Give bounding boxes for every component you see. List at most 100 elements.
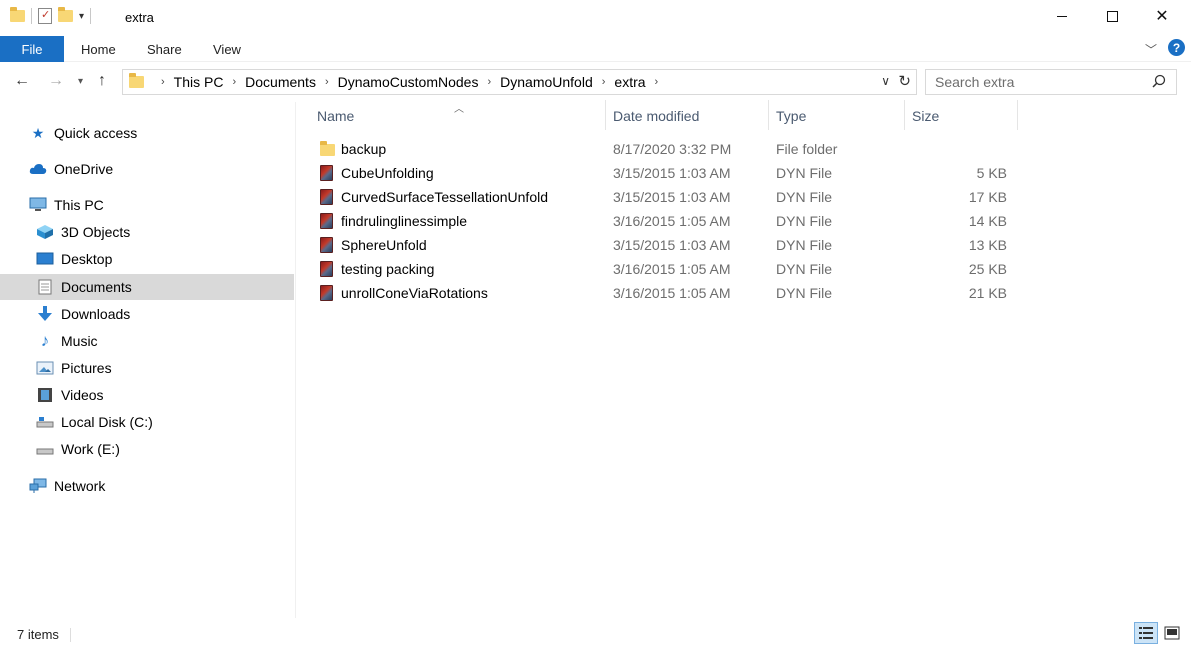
nav-item-pictures[interactable]: Pictures: [0, 355, 294, 381]
folder-icon: [320, 141, 335, 156]
tab-home[interactable]: Home: [81, 36, 116, 62]
network-icon: [29, 478, 47, 494]
chevron-down-icon[interactable]: ∨: [881, 74, 890, 88]
expand-ribbon-icon[interactable]: ﹀: [1145, 41, 1157, 58]
search-input[interactable]: [935, 74, 1145, 90]
file-row[interactable]: SphereUnfold 3/15/2015 1:03 AM DYN File …: [317, 233, 1007, 257]
customize-toolbar-icon[interactable]: ▾: [79, 11, 84, 22]
breadcrumb-documents[interactable]: Documents: [245, 74, 316, 90]
dyn-file-icon: [320, 189, 333, 205]
breadcrumb-extra[interactable]: extra: [614, 74, 645, 90]
nav-item-label: This PC: [54, 197, 104, 213]
file-name: testing packing: [341, 261, 435, 277]
cube-icon: [36, 224, 54, 240]
document-icon: [36, 279, 54, 295]
file-name: CurvedSurfaceTessellationUnfold: [341, 189, 548, 205]
file-row[interactable]: testing packing 3/16/2015 1:05 AM DYN Fi…: [317, 257, 1007, 281]
column-header-size[interactable]: Size: [912, 100, 1017, 132]
back-button[interactable]: ←: [14, 72, 30, 90]
search-box[interactable]: [925, 69, 1177, 95]
tab-share[interactable]: Share: [147, 36, 182, 62]
chevron-right-icon[interactable]: ›: [325, 76, 329, 88]
search-icon[interactable]: [1152, 74, 1166, 88]
dyn-file-icon: [320, 165, 333, 181]
file-date: 3/16/2015 1:05 AM: [613, 285, 731, 301]
computer-icon: [29, 197, 47, 213]
nav-item-quick-access[interactable]: ★ Quick access: [0, 120, 294, 146]
nav-item-desktop[interactable]: Desktop: [0, 246, 294, 272]
file-type: DYN File: [776, 261, 833, 277]
column-divider[interactable]: [605, 100, 606, 130]
file-date: 3/15/2015 1:03 AM: [613, 165, 731, 181]
column-divider[interactable]: [904, 100, 905, 130]
nav-item-music[interactable]: ♪ Music: [0, 328, 294, 354]
nav-item-3d-objects[interactable]: 3D Objects: [0, 219, 294, 245]
up-button[interactable]: ↑: [98, 72, 106, 90]
breadcrumb-dynamocustomnodes[interactable]: DynamoCustomNodes: [338, 74, 479, 90]
file-row[interactable]: backup 8/17/2020 3:32 PM File folder: [317, 137, 1007, 161]
picture-icon: [36, 360, 54, 376]
breadcrumb-dynamounfold[interactable]: DynamoUnfold: [500, 74, 593, 90]
folder-icon: [129, 73, 144, 88]
status-bar: 7 items: [0, 620, 1191, 648]
nav-item-downloads[interactable]: Downloads: [0, 301, 294, 327]
nav-item-local-disk-c[interactable]: Local Disk (C:): [0, 409, 294, 435]
file-row[interactable]: CurvedSurfaceTessellationUnfold 3/15/201…: [317, 185, 1007, 209]
divider: [90, 8, 92, 24]
drive-icon: [36, 441, 54, 457]
file-name: backup: [341, 141, 387, 157]
file-row[interactable]: findrulinglinessimple 3/16/2015 1:05 AM …: [317, 209, 1007, 233]
nav-item-work-e[interactable]: Work (E:): [0, 436, 294, 462]
details-view-icon: [1139, 627, 1153, 639]
title-bar: ▾ extra ✕: [0, 0, 1191, 36]
properties-icon[interactable]: [38, 8, 52, 24]
address-bar[interactable]: › This PC › Documents › DynamoCustomNode…: [122, 69, 917, 95]
file-row[interactable]: CubeUnfolding 3/15/2015 1:03 AM DYN File…: [317, 161, 1007, 185]
drive-icon: [36, 414, 54, 430]
breadcrumb-this-pc[interactable]: This PC: [174, 74, 224, 90]
video-icon: [36, 387, 54, 403]
file-row[interactable]: unrollConeViaRotations 3/16/2015 1:05 AM…: [317, 281, 1007, 305]
close-button[interactable]: ✕: [1139, 0, 1185, 32]
chevron-right-icon[interactable]: ›: [655, 76, 659, 88]
file-size: 13 KB: [968, 237, 1007, 253]
help-icon[interactable]: ?: [1168, 39, 1185, 56]
nav-item-label: Music: [61, 333, 98, 349]
tab-view[interactable]: View: [213, 36, 241, 62]
column-header-name[interactable]: Name: [317, 100, 605, 132]
column-header-type[interactable]: Type: [776, 100, 904, 132]
divider: [70, 628, 71, 642]
forward-button[interactable]: →: [48, 72, 64, 90]
minimize-button[interactable]: [1039, 0, 1085, 32]
chevron-right-icon[interactable]: ›: [602, 76, 606, 88]
column-divider[interactable]: [1017, 100, 1018, 130]
nav-item-label: OneDrive: [54, 161, 114, 177]
item-count: 7 items: [17, 627, 59, 642]
nav-item-onedrive[interactable]: OneDrive: [0, 156, 294, 182]
refresh-icon[interactable]: ↻: [898, 72, 911, 90]
quick-access-toolbar: ▾: [10, 7, 92, 24]
column-header-date[interactable]: Date modified: [613, 100, 768, 132]
file-date: 3/16/2015 1:05 AM: [613, 261, 731, 277]
nav-item-network[interactable]: Network: [0, 473, 294, 499]
nav-item-videos[interactable]: Videos: [0, 382, 294, 408]
chevron-right-icon[interactable]: ›: [232, 76, 236, 88]
dyn-file-icon: [320, 213, 333, 229]
new-folder-icon[interactable]: [58, 7, 73, 22]
chevron-right-icon[interactable]: ›: [487, 76, 491, 88]
nav-item-documents[interactable]: Documents: [0, 274, 294, 300]
details-view-button[interactable]: [1134, 622, 1158, 644]
nav-item-label: Desktop: [61, 251, 113, 267]
nav-item-this-pc[interactable]: This PC: [0, 192, 294, 218]
large-icons-view-button[interactable]: [1160, 622, 1184, 644]
column-divider[interactable]: [768, 100, 769, 130]
star-icon: ★: [31, 124, 45, 141]
nav-item-label: Local Disk (C:): [61, 414, 153, 430]
recent-locations-icon[interactable]: ▾: [78, 76, 83, 87]
chevron-right-icon[interactable]: ›: [161, 76, 165, 88]
tab-file[interactable]: File: [0, 36, 64, 62]
divider: [31, 8, 32, 24]
nav-item-label: Network: [54, 478, 106, 494]
maximize-button[interactable]: [1089, 0, 1135, 32]
nav-item-label: Pictures: [61, 360, 112, 376]
